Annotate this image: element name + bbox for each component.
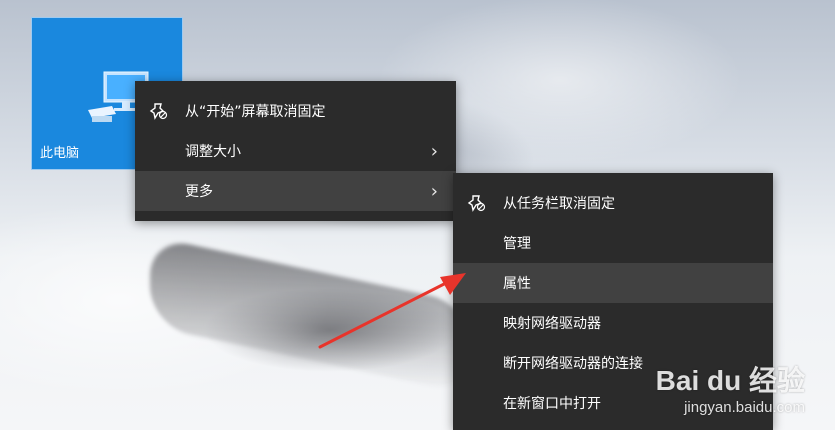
- menu-item-unpin-from-taskbar[interactable]: 从任务栏取消固定: [453, 183, 773, 223]
- baidu-jingyan-watermark: Bai du 经验 jingyan.baidu.com: [656, 359, 805, 416]
- menu-item-manage[interactable]: 管理: [453, 223, 773, 263]
- menu-item-label: 映射网络驱动器: [503, 316, 601, 332]
- menu-item-label: 更多: [185, 184, 213, 200]
- menu-item-more[interactable]: 更多 ›: [135, 171, 456, 211]
- menu-item-label: 管理: [503, 236, 531, 252]
- menu-item-label: 从任务栏取消固定: [503, 196, 615, 212]
- menu-item-properties[interactable]: 属性: [453, 263, 773, 303]
- menu-item-unpin-from-start[interactable]: 从“开始”屏幕取消固定: [135, 91, 456, 131]
- watermark-url: jingyan.baidu.com: [684, 399, 805, 416]
- menu-item-label: 属性: [503, 276, 531, 292]
- unpin-icon: [467, 195, 486, 212]
- menu-item-label: 调整大小: [185, 144, 241, 160]
- unpin-icon: [149, 103, 168, 120]
- menu-item-resize[interactable]: 调整大小 ›: [135, 131, 456, 171]
- menu-item-map-network-drive[interactable]: 映射网络驱动器: [453, 303, 773, 343]
- desktop-background: 此电脑 从“开始”屏幕取消固定 调整大小 › 更多 › 从任务栏取消固定 管理 …: [0, 0, 835, 430]
- watermark-brand: Bai du 经验: [655, 365, 805, 396]
- chevron-right-icon: ›: [430, 181, 438, 202]
- menu-item-label: 从“开始”屏幕取消固定: [185, 104, 326, 120]
- chevron-right-icon: ›: [430, 141, 438, 162]
- tile-context-menu: 从“开始”屏幕取消固定 调整大小 › 更多 ›: [135, 81, 456, 221]
- tile-label: 此电脑: [40, 146, 80, 161]
- menu-item-label: 在新窗口中打开: [503, 396, 601, 412]
- menu-item-label: 断开网络驱动器的连接: [503, 356, 643, 372]
- red-annotation-arrow: [318, 273, 466, 349]
